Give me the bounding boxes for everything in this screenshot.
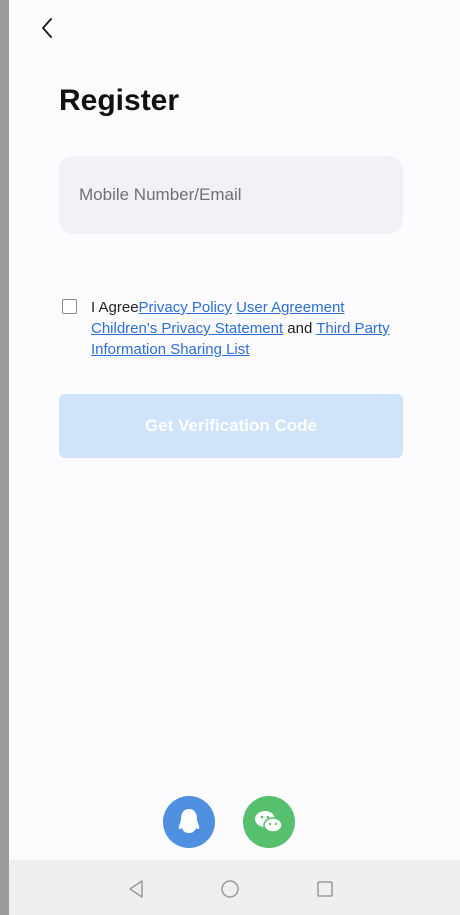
user-agreement-link[interactable]: User Agreement (236, 299, 344, 316)
agreement-checkbox[interactable] (62, 299, 77, 314)
nav-home-button[interactable] (219, 878, 241, 900)
get-verification-code-button[interactable]: Get Verification Code (59, 394, 403, 458)
and-text: and (287, 320, 313, 337)
chevron-left-icon (42, 18, 52, 38)
page-title: Register (59, 84, 180, 117)
childrens-privacy-link[interactable]: Children's Privacy Statement (91, 320, 283, 337)
wechat-login-button[interactable] (243, 796, 295, 848)
left-edge-bar (0, 0, 9, 915)
back-button[interactable] (33, 14, 61, 42)
circle-home-icon (221, 880, 239, 898)
account-field[interactable] (59, 156, 403, 234)
wechat-icon (255, 811, 283, 833)
agreement-text: I AgreePrivacy Policy User Agreement Chi… (91, 297, 391, 360)
register-screen: Register I AgreePrivacy Policy User Agre… (9, 0, 460, 915)
account-input[interactable] (77, 184, 403, 206)
system-nav-bar (9, 860, 460, 915)
qq-icon (178, 809, 200, 833)
nav-recents-button[interactable] (314, 878, 336, 900)
agree-prefix: I Agree (91, 299, 139, 316)
privacy-policy-link[interactable]: Privacy Policy (139, 299, 232, 316)
triangle-back-icon (129, 880, 143, 898)
qq-login-button[interactable] (163, 796, 215, 848)
nav-back-button[interactable] (125, 878, 147, 900)
square-recents-icon (317, 881, 333, 897)
